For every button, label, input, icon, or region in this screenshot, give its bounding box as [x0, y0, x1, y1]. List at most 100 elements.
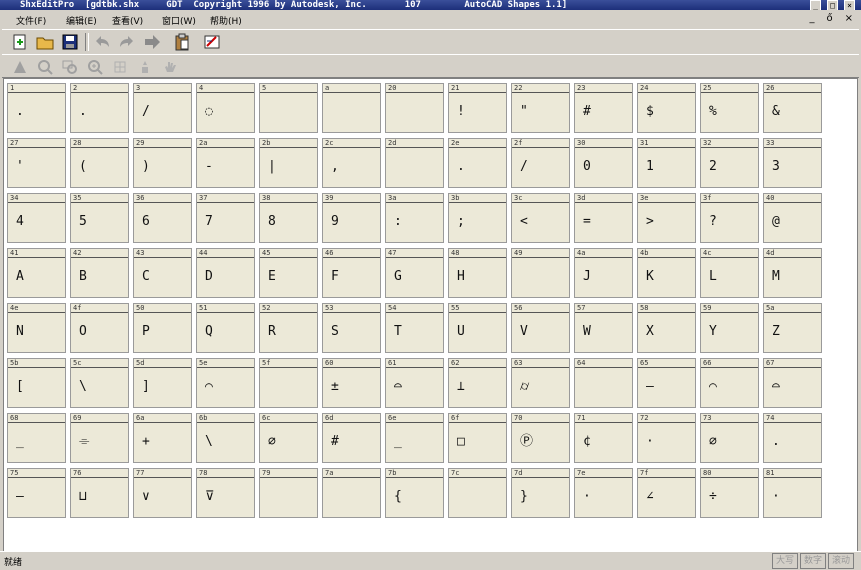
shape-cell[interactable]: 4b K [637, 248, 696, 298]
shape-cell[interactable]: 26 & [763, 83, 822, 133]
shape-cell[interactable]: 53 S [322, 303, 381, 353]
shape-cell[interactable]: 71 ¢ [574, 413, 633, 463]
shape-cell[interactable]: 3b; [448, 193, 507, 243]
shape-cell[interactable]: 74. [763, 413, 822, 463]
shape-cell[interactable]: 43 C [133, 248, 192, 298]
shape-cell[interactable]: 6f □ [448, 413, 507, 463]
shape-cell[interactable]: 7f ∠ [637, 468, 696, 518]
shape-cell[interactable]: 77 ∨ [133, 468, 192, 518]
new-icon[interactable] [10, 32, 30, 52]
mdi-minimize-button[interactable]: _ [809, 13, 814, 24]
redo-icon[interactable] [117, 32, 137, 52]
shape-cell[interactable]: 45 E [259, 248, 318, 298]
shape-cell[interactable]: 23 # [574, 83, 633, 133]
shape-cell[interactable]: 4 ◌ [196, 83, 255, 133]
arrow-icon[interactable] [10, 57, 30, 77]
shape-cell[interactable]: 57 W [574, 303, 633, 353]
shape-cell[interactable]: 46 F [322, 248, 381, 298]
shape-cell[interactable]: 4f O [70, 303, 129, 353]
menu-edit[interactable]: 编辑(E) [66, 14, 97, 27]
shape-cell[interactable]: 80 ÷ [700, 468, 759, 518]
shape-cell[interactable]: 75 — [7, 468, 66, 518]
zoom-icon[interactable] [35, 57, 55, 77]
shape-cell[interactable]: 28 ( [70, 138, 129, 188]
shape-cell[interactable]: 20 [385, 83, 444, 133]
shape-cell[interactable]: 44 D [196, 248, 255, 298]
save-icon[interactable] [60, 32, 80, 52]
hand-icon[interactable] [160, 57, 180, 77]
shape-cell[interactable]: 32 2 [700, 138, 759, 188]
zoom-window-icon[interactable] [60, 57, 80, 77]
shape-cell[interactable]: 4c L [700, 248, 759, 298]
shape-cell[interactable]: 36 6 [133, 193, 192, 243]
shape-cell[interactable]: 56 V [511, 303, 570, 353]
grid-icon[interactable] [110, 57, 130, 77]
shape-cell[interactable]: 21! [448, 83, 507, 133]
shape-cell[interactable]: 5a Z [763, 303, 822, 353]
undo-icon[interactable] [92, 32, 112, 52]
shape-cell[interactable]: 2d [385, 138, 444, 188]
shape-cell[interactable]: 4d M [763, 248, 822, 298]
maximize-button[interactable]: □ [827, 0, 838, 10]
shape-cell[interactable]: 81 · [763, 468, 822, 518]
shape-cell[interactable]: 78 ⊽ [196, 468, 255, 518]
shape-cell[interactable]: 7e · [574, 468, 633, 518]
shape-cell[interactable]: 6a + [133, 413, 192, 463]
shape-cell[interactable]: a [322, 83, 381, 133]
forward-icon[interactable] [142, 32, 162, 52]
pan-icon[interactable] [135, 57, 155, 77]
shape-cell[interactable]: 3a: [385, 193, 444, 243]
shape-cell[interactable]: 50 P [133, 303, 192, 353]
shape-cell[interactable]: 3c < [511, 193, 570, 243]
shape-cell[interactable]: 65 — [637, 358, 696, 408]
shape-cell[interactable]: 5e ⌒ [196, 358, 255, 408]
shape-cell[interactable]: 69 ⌯ [70, 413, 129, 463]
shape-cell[interactable]: 24 $ [637, 83, 696, 133]
shape-cell[interactable]: 5c \ [70, 358, 129, 408]
mdi-close-button[interactable]: × [845, 13, 853, 24]
shape-cell[interactable]: 61 ⌓ [385, 358, 444, 408]
shape-cell[interactable]: 2e. [448, 138, 507, 188]
shape-cell[interactable]: 37 7 [196, 193, 255, 243]
shape-cell[interactable]: 41 A [7, 248, 66, 298]
shape-cell[interactable]: 52 R [259, 303, 318, 353]
shape-cell[interactable]: 22 " [511, 83, 570, 133]
shape-cell[interactable]: 42 B [70, 248, 129, 298]
shape-cell[interactable]: 55 U [448, 303, 507, 353]
shape-cell[interactable]: 7a [322, 468, 381, 518]
shape-cell[interactable]: 54 T [385, 303, 444, 353]
shape-cell[interactable]: 67 ⌓ [763, 358, 822, 408]
zoom-all-icon[interactable] [85, 57, 105, 77]
shape-cell[interactable]: 38 8 [259, 193, 318, 243]
shape-cell[interactable]: 5 [259, 83, 318, 133]
shape-cell[interactable]: 68 _ [7, 413, 66, 463]
shape-cell[interactable]: 39 9 [322, 193, 381, 243]
shape-cell[interactable]: 58 X [637, 303, 696, 353]
shape-cell[interactable]: 6c ⌀ [259, 413, 318, 463]
shape-cell[interactable]: 73 ⌀ [700, 413, 759, 463]
shape-cell[interactable]: 33 3 [763, 138, 822, 188]
shape-cell[interactable]: 51 Q [196, 303, 255, 353]
shape-cell[interactable]: 63 ⌭ [511, 358, 570, 408]
edit-icon[interactable] [202, 32, 222, 52]
mdi-restore-button[interactable]: ő [826, 13, 832, 24]
shape-cell[interactable]: 40 @ [763, 193, 822, 243]
paste-icon[interactable] [172, 32, 192, 52]
shape-cell[interactable]: 59 Y [700, 303, 759, 353]
shape-cell[interactable]: 35 5 [70, 193, 129, 243]
shape-cell[interactable]: 60 ± [322, 358, 381, 408]
shape-cell[interactable]: 3d = [574, 193, 633, 243]
shape-cell[interactable]: 70 Ⓟ [511, 413, 570, 463]
shape-cell[interactable]: 62 ⊥ [448, 358, 507, 408]
shape-cell[interactable]: 2. [70, 83, 129, 133]
menu-view[interactable]: 查看(V) [112, 14, 143, 27]
shape-cell[interactable]: 64 [574, 358, 633, 408]
shape-cell[interactable]: 6e _ [385, 413, 444, 463]
shape-cell[interactable]: 4e N [7, 303, 66, 353]
shape-cell[interactable]: 2c, [322, 138, 381, 188]
shape-cell[interactable]: 2f / [511, 138, 570, 188]
shape-cell[interactable]: 7c [448, 468, 507, 518]
shape-cell[interactable]: 76 ⊔ [70, 468, 129, 518]
shape-cell[interactable]: 7d} [511, 468, 570, 518]
open-icon[interactable] [35, 32, 55, 52]
